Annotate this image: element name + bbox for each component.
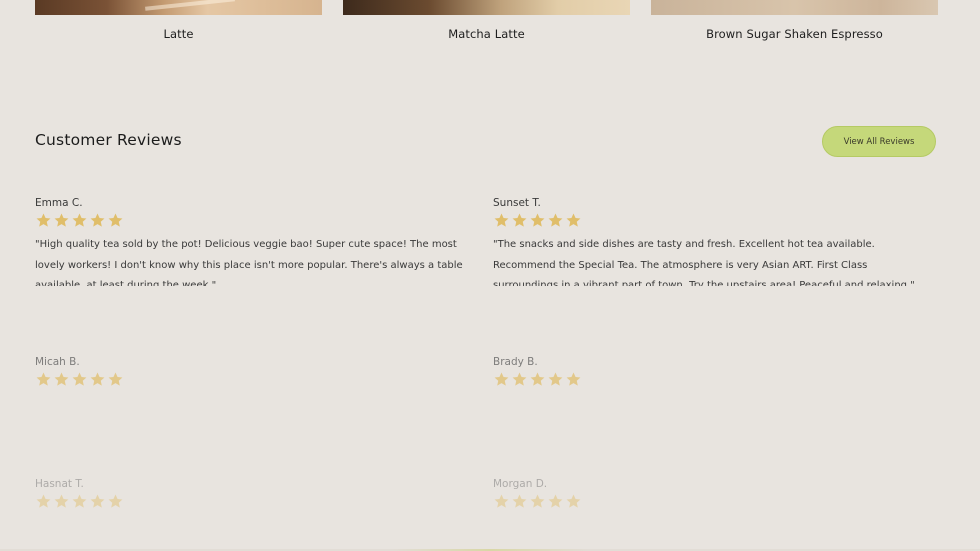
star-icon (493, 493, 510, 510)
star-icon (89, 493, 106, 510)
star-icon (547, 371, 564, 388)
product-image[interactable] (651, 0, 938, 15)
product-name[interactable]: Brown Sugar Shaken Espresso (651, 27, 938, 41)
review-text: "The snacks and side dishes are tasty an… (493, 239, 915, 286)
star-icon (71, 212, 88, 229)
star-icon (511, 371, 528, 388)
section-title: Customer Reviews (35, 131, 182, 149)
star-rating (493, 371, 933, 389)
star-rating (35, 493, 475, 511)
star-icon (89, 371, 106, 388)
product-image[interactable] (343, 0, 630, 15)
product-name[interactable]: Matcha Latte (343, 27, 630, 41)
product-card-brown-sugar-shaken-espresso[interactable]: Brown Sugar Shaken Espresso (651, 0, 938, 41)
star-icon (35, 212, 52, 229)
view-all-reviews-button[interactable]: View All Reviews (822, 126, 936, 157)
product-card-matcha-latte[interactable]: Matcha Latte (343, 0, 630, 41)
review-card: Brady B. (493, 355, 933, 389)
star-rating (493, 212, 933, 230)
review-card: Hasnat T. (35, 477, 475, 511)
star-icon (547, 212, 564, 229)
star-icon (565, 212, 582, 229)
product-name[interactable]: Latte (35, 27, 322, 41)
review-card: Morgan D. (493, 477, 933, 511)
review-card: Micah B. (35, 355, 475, 389)
star-icon (493, 371, 510, 388)
star-rating (493, 493, 933, 511)
star-icon (529, 371, 546, 388)
star-icon (107, 371, 124, 388)
star-icon (35, 371, 52, 388)
star-rating (35, 371, 475, 389)
star-icon (565, 493, 582, 510)
star-icon (547, 493, 564, 510)
star-icon (53, 493, 70, 510)
star-icon (529, 493, 546, 510)
star-icon (71, 371, 88, 388)
star-rating (35, 212, 475, 230)
star-icon (529, 212, 546, 229)
star-icon (107, 493, 124, 510)
star-icon (71, 493, 88, 510)
star-icon (107, 212, 124, 229)
star-icon (89, 212, 106, 229)
review-text: "High quality tea sold by the pot! Delic… (35, 239, 463, 286)
star-icon (53, 371, 70, 388)
product-image[interactable] (35, 0, 322, 15)
product-strip: Latte Matcha Latte Brown Sugar Shaken Es… (35, 0, 938, 50)
product-card-latte[interactable]: Latte (35, 0, 322, 41)
star-icon (565, 371, 582, 388)
star-icon (53, 212, 70, 229)
star-icon (511, 212, 528, 229)
review-author: Brady B. (493, 356, 538, 368)
review-card: Sunset T. "The snacks and side dishes ar… (493, 196, 933, 286)
review-author: Emma C. (35, 197, 83, 209)
star-icon (493, 212, 510, 229)
review-card: Emma C. "High quality tea sold by the po… (35, 196, 475, 286)
review-author: Morgan D. (493, 478, 548, 490)
star-icon (35, 493, 52, 510)
review-author: Sunset T. (493, 197, 541, 209)
review-author: Micah B. (35, 356, 80, 368)
review-author: Hasnat T. (35, 478, 84, 490)
star-icon (511, 493, 528, 510)
